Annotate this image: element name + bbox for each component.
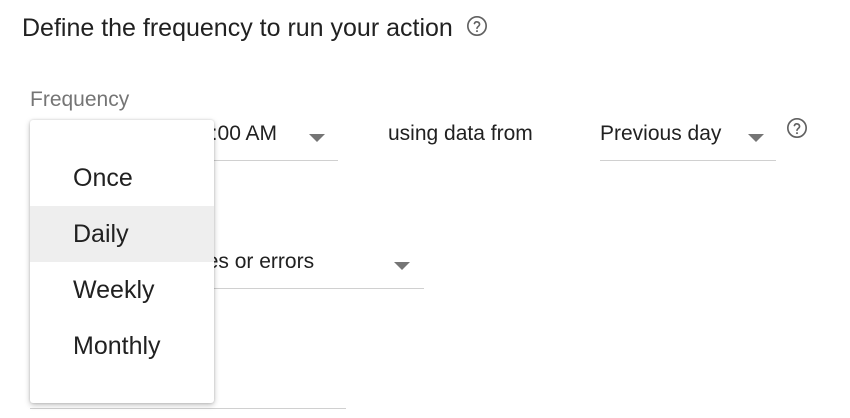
help-circle-icon[interactable] bbox=[466, 15, 488, 37]
chevron-down-icon bbox=[394, 262, 410, 270]
help-circle-icon[interactable] bbox=[786, 117, 808, 139]
menu-item-daily[interactable]: Daily bbox=[30, 206, 214, 262]
page-title-text: Define the frequency to run your action bbox=[22, 14, 453, 42]
chevron-down-icon bbox=[309, 134, 325, 142]
menu-item-label: Once bbox=[73, 164, 133, 192]
menu-item-weekly[interactable]: Weekly bbox=[30, 262, 214, 318]
menu-item-once[interactable]: Once bbox=[30, 150, 214, 206]
data-range-select[interactable]: Previous day bbox=[600, 112, 776, 161]
using-data-from-label: using data from bbox=[388, 122, 533, 145]
data-range-value: Previous day bbox=[600, 122, 722, 145]
field-underline bbox=[30, 408, 346, 409]
chevron-down-icon bbox=[748, 134, 764, 142]
menu-item-label: Monthly bbox=[73, 332, 161, 360]
menu-item-label: Weekly bbox=[73, 276, 155, 304]
frequency-label: Frequency bbox=[30, 88, 130, 111]
menu-item-label: Daily bbox=[73, 220, 129, 248]
frequency-dropdown-menu: Once Daily Weekly Monthly bbox=[30, 120, 214, 403]
menu-item-monthly[interactable]: Monthly bbox=[30, 318, 214, 374]
page-title: Define the frequency to run your action bbox=[22, 14, 488, 43]
